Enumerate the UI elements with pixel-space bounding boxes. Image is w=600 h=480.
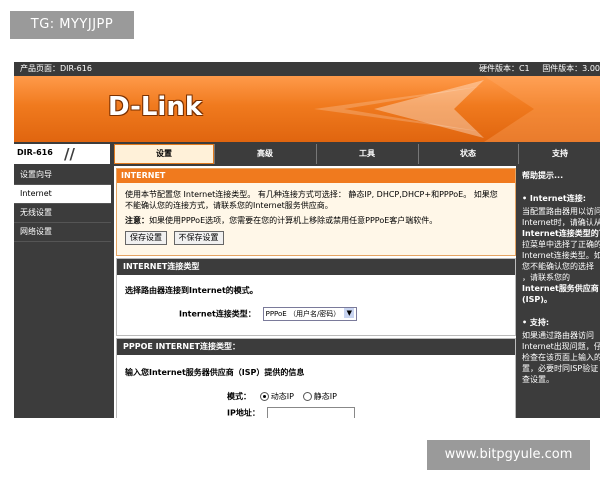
help-bullet-internet: • Internet连接: [522, 194, 586, 203]
dlink-logo: D-Link [108, 92, 203, 122]
sidebar-item-wireless[interactable]: 无线设置 [14, 204, 111, 223]
product-page-label: 产品页面：DIR-616 [20, 64, 92, 73]
internet-intro-panel: INTERNET 使用本节配置您 Internet连接类型。 有几种连接方式可选… [116, 168, 516, 256]
connection-type-value: PPPoE （用户名/密码） [265, 310, 341, 318]
model-box: DIR-616 // [14, 144, 110, 164]
help-line: 当配置路由器用以访问 [522, 207, 600, 216]
help-title: 帮助提示... [522, 171, 564, 180]
top-info-bar: 产品页面：DIR-616 硬件版本：C1 固件版本：3.00 [14, 62, 600, 76]
help-line: 查设置。 [522, 375, 554, 384]
help-text-support: 如果通过路由器访问 Internet出现问题，仔 检查在该页面上输入的 置，必要… [518, 328, 600, 385]
tab-status[interactable]: 状态 [418, 144, 517, 164]
help-line: Internet连接类型。如 [522, 251, 600, 260]
sidebar-item-wizard[interactable]: 设置向导 [14, 166, 111, 185]
mode-label: 模式： [227, 392, 251, 401]
dynamic-ip-radio[interactable] [259, 392, 269, 401]
sidebar: 设置向导 Internet 无线设置 网络设置 [14, 166, 111, 418]
pppoe-ip-row: IP地址： [227, 407, 355, 418]
version-info: 硬件版本：C1 固件版本：3.00 [469, 62, 600, 76]
dont-save-settings-button[interactable]: 不保存设置 [173, 231, 224, 245]
watermark-bottom: www.bitpgyule.com [427, 440, 590, 470]
note-text: 如果使用PPPoE选项，您需要在您的计算机上移除或禁用任意PPPoE客户端软件。 [149, 216, 438, 225]
static-ip-label: 静态IP [313, 392, 337, 401]
intro-description: 使用本节配置您 Internet连接类型。 有几种连接方式可选择： 静态IP, … [125, 190, 498, 210]
help-line: 您不能确认您的选择 [522, 262, 594, 271]
help-line: ，请联系您的 [522, 273, 570, 282]
banner-wave-decoration [314, 76, 600, 142]
help-line: Internet时，请确认从 [522, 218, 600, 227]
tab-support[interactable]: 支持 [518, 144, 600, 164]
help-line: 检查在该页面上输入的 [522, 353, 600, 362]
help-line: 拉菜单中选择了正确的 [522, 240, 600, 249]
main-content: INTERNET 使用本节配置您 Internet连接类型。 有几种连接方式可选… [114, 166, 516, 418]
ip-address-input[interactable] [266, 407, 355, 418]
help-line: Internet出现问题，仔 [522, 342, 600, 351]
help-bullet-support: • 支持: [522, 318, 550, 327]
pppoe-lead: 输入您Internet服务器供应商（ISP）提供的信息 [125, 368, 305, 377]
intro-title: INTERNET [117, 169, 515, 183]
ip-address-label: IP地址： [227, 408, 260, 418]
sidebar-item-network[interactable]: 网络设置 [14, 223, 111, 242]
connection-type-row: Internet连接类型： PPPoE （用户名/密码） ▼ [179, 307, 358, 321]
tab-setup[interactable]: 设置 [114, 144, 214, 164]
help-panel: 帮助提示... • Internet连接: 当配置路由器用以访问 Interne… [518, 166, 600, 418]
help-line: Internet连接类型的下 [522, 229, 600, 238]
slashes-decoration: // [64, 145, 75, 163]
help-line: 如果通过路由器访问 [522, 331, 594, 340]
watermark-top: TG: MYYJJPP [10, 11, 134, 39]
note-label: 注意： [125, 216, 149, 225]
router-admin-frame: 产品页面：DIR-616 硬件版本：C1 固件版本：3.00 D-Link DI… [14, 62, 600, 418]
firmware-version: 固件版本：3.00 [542, 64, 600, 73]
connection-type-lead: 选择路由器连接到Internet的模式。 [125, 286, 258, 295]
model-label: DIR-616 [17, 148, 53, 157]
connection-type-select[interactable]: PPPoE （用户名/密码） ▼ [262, 307, 358, 321]
help-line: Internet服务供应商 [522, 284, 599, 293]
intro-buttons: 保存设置 不保存设置 [125, 231, 228, 245]
hardware-version: 硬件版本：C1 [478, 64, 530, 73]
pppoe-mode-row: 模式： 动态IP 静态IP [227, 391, 337, 402]
save-settings-button[interactable]: 保存设置 [125, 231, 167, 245]
static-ip-radio[interactable] [302, 392, 312, 401]
chevron-down-icon: ▼ [344, 308, 355, 318]
tab-tools[interactable]: 工具 [316, 144, 417, 164]
dynamic-ip-label: 动态IP [270, 392, 294, 401]
connection-type-section: INTERNET连接类型 选择路由器连接到Internet的模式。 Intern… [116, 258, 516, 336]
pppoe-title: PPPOE INTERNET连接类型： [117, 339, 515, 355]
intro-note: 注意：如果使用PPPoE选项，您需要在您的计算机上移除或禁用任意PPPoE客户端… [125, 215, 505, 226]
connection-type-title: INTERNET连接类型 [117, 259, 515, 275]
connection-type-label: Internet连接类型： [179, 309, 256, 319]
help-line: (ISP)。 [522, 295, 552, 304]
sidebar-item-internet[interactable]: Internet [14, 185, 111, 204]
help-line: 置，必要时同ISP验证 [522, 364, 599, 373]
header-banner: D-Link [14, 76, 600, 142]
tab-advanced[interactable]: 高级 [214, 144, 315, 164]
pppoe-section: PPPOE INTERNET连接类型： 输入您Internet服务器供应商（IS… [116, 338, 516, 418]
help-text-internet: 当配置路由器用以访问 Internet时，请确认从 Internet连接类型的下… [518, 204, 600, 305]
